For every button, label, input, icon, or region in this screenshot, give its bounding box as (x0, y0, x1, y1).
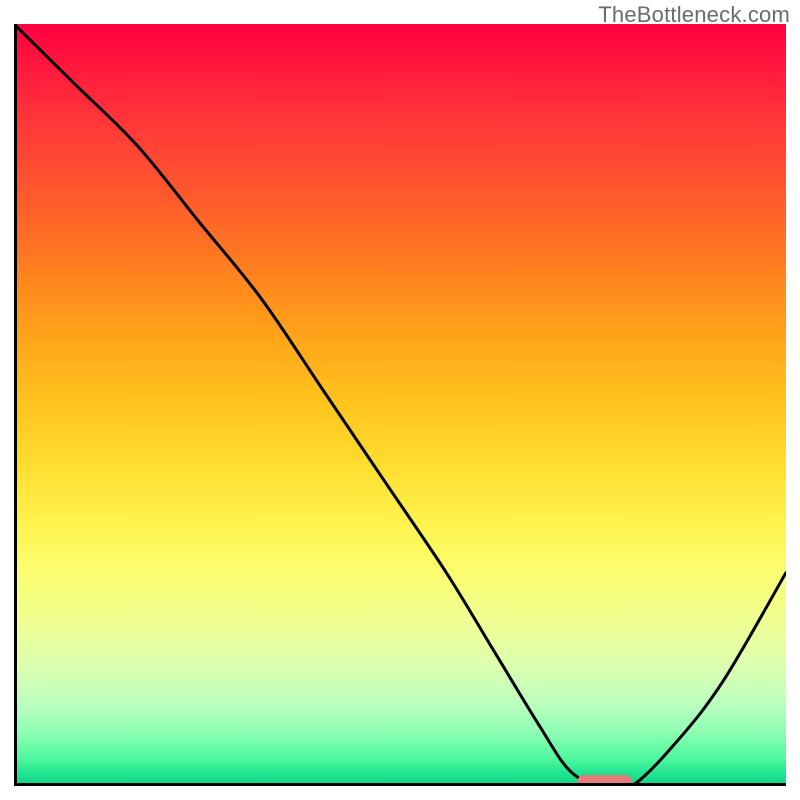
y-axis-line (14, 24, 17, 786)
watermark-text: TheBottleneck.com (598, 2, 790, 28)
x-axis-line (14, 783, 786, 786)
plot-area (14, 24, 786, 786)
chart-stage: TheBottleneck.com (0, 0, 800, 800)
bottleneck-curve-path (14, 24, 786, 786)
curve-layer (14, 24, 786, 786)
